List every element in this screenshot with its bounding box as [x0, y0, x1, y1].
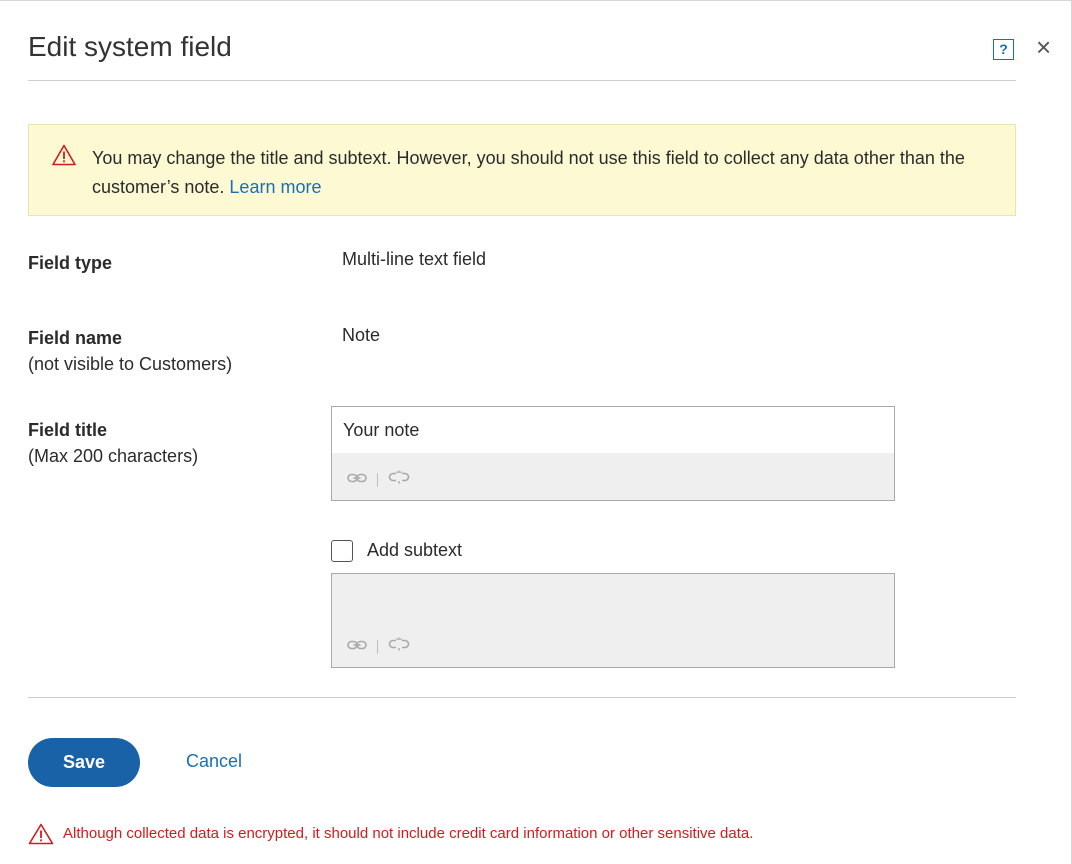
link-icon[interactable]: [347, 471, 367, 489]
warning-text: You may change the title and subtext. Ho…: [92, 148, 965, 197]
save-button[interactable]: Save: [28, 738, 140, 787]
toolbar-separator: [377, 472, 378, 487]
cancel-button[interactable]: Cancel: [186, 751, 242, 772]
field-type-label: Field type: [28, 253, 113, 273]
add-subtext-checkbox[interactable]: [331, 540, 353, 562]
subtext-input[interactable]: [332, 574, 894, 620]
dialog-header: Edit system field ? ×: [28, 1, 1051, 81]
unlink-icon[interactable]: [388, 470, 410, 489]
field-title-editor: Your note: [331, 406, 895, 501]
footer-divider: [28, 697, 1016, 698]
subtext-editor: [331, 573, 895, 668]
sensitive-data-warning: Although collected data is encrypted, it…: [63, 825, 754, 842]
subtext-toolbar: [332, 620, 894, 667]
field-type-value: Multi-line text field: [342, 249, 487, 269]
field-name-label: Field name: [28, 328, 123, 348]
field-title-toolbar: [332, 453, 894, 500]
link-icon: [347, 638, 367, 656]
field-title-sublabel: (Max 200 characters): [28, 446, 199, 466]
dialog-title: Edit system field: [28, 31, 232, 62]
field-name-value: Note: [342, 325, 381, 345]
field-title-input[interactable]: Your note: [332, 407, 894, 453]
field-name-sublabel: (not visible to Customers): [28, 354, 233, 374]
learn-more-link[interactable]: Learn more: [229, 177, 321, 197]
help-icon[interactable]: ?: [993, 39, 1014, 60]
unlink-icon: [388, 637, 410, 656]
warning-message: You may change the title and subtext. Ho…: [92, 144, 1002, 202]
add-subtext-label[interactable]: Add subtext: [367, 537, 462, 563]
field-name-label-group: Field name (not visible to Customers): [28, 325, 232, 377]
edit-system-field-dialog: Edit system field ? × You may change the…: [0, 0, 1072, 864]
warning-icon: [52, 144, 76, 171]
close-icon[interactable]: ×: [1036, 33, 1051, 61]
warning-icon: [28, 823, 54, 850]
field-title-label: Field title: [28, 420, 108, 440]
warning-banner: You may change the title and subtext. Ho…: [28, 124, 1016, 216]
field-title-label-group: Field title (Max 200 characters): [28, 417, 198, 469]
field-type-label-group: Field type: [28, 250, 112, 276]
toolbar-separator: [377, 639, 378, 654]
